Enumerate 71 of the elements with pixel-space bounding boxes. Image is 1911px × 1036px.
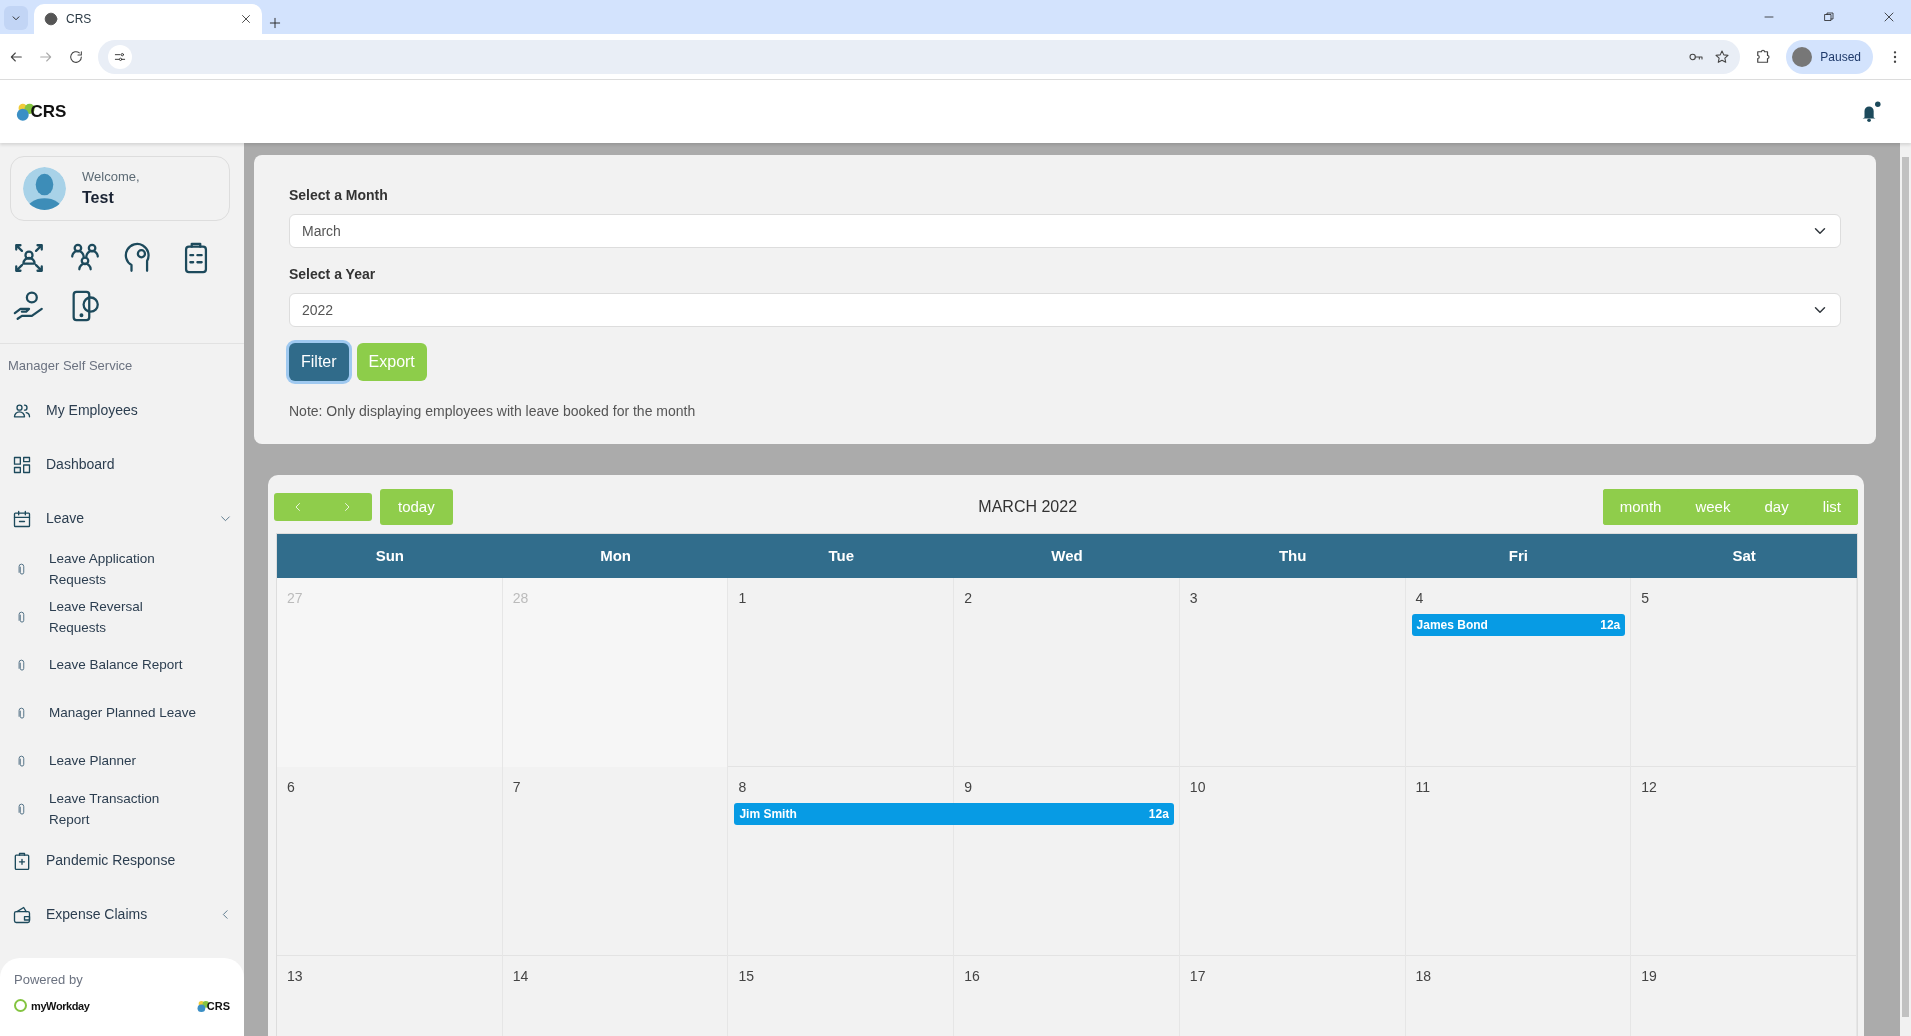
nav-subitem[interactable]: Manager Planned Leave xyxy=(0,689,244,738)
nav-item[interactable]: Dashboard xyxy=(0,437,244,492)
day-number: 1 xyxy=(737,589,748,608)
filter-button[interactable]: Filter xyxy=(289,343,349,381)
calendar-title: MARCH 2022 xyxy=(977,497,1079,517)
day-number: 13 xyxy=(286,967,304,986)
weekday-header: Thu xyxy=(1277,545,1308,566)
year-select[interactable]: 2022 xyxy=(289,293,1841,327)
calendar-icon xyxy=(12,508,32,529)
browser-tab[interactable]: CRS xyxy=(34,4,262,34)
nav-item[interactable]: Expense Claims xyxy=(0,887,244,942)
hand-coin-icon[interactable] xyxy=(12,289,46,323)
nav-item[interactable]: My Employees xyxy=(0,383,244,438)
weekday-header: Sat xyxy=(1731,545,1757,566)
day-number: 16 xyxy=(963,967,981,986)
footer-logo: CRS xyxy=(197,997,230,1014)
weekday-header: Tue xyxy=(827,545,856,566)
weekday-header: Mon xyxy=(599,545,632,566)
day-number: 8 xyxy=(737,778,748,797)
nav-subitem[interactable]: Leave Application Requests xyxy=(0,545,244,594)
people-arrows-icon[interactable] xyxy=(12,241,46,275)
dashboard-icon xyxy=(12,454,32,475)
day-number: 19 xyxy=(1640,967,1658,986)
scrollbar[interactable] xyxy=(1900,143,1911,1036)
star-icon[interactable] xyxy=(1714,48,1731,65)
avatar-icon xyxy=(1792,46,1813,67)
nav-item[interactable]: Leave xyxy=(0,491,244,546)
welcome-text: Welcome, xyxy=(82,167,140,186)
nav-subitem[interactable]: Leave Balance Report xyxy=(0,641,244,690)
month-select[interactable]: March xyxy=(289,214,1841,248)
close-window-icon[interactable] xyxy=(1883,11,1895,23)
day-number: 18 xyxy=(1414,967,1433,986)
app-logo: CRS xyxy=(16,98,67,125)
powered-by-text: Powered by xyxy=(14,971,84,989)
clipboard-plus-icon xyxy=(12,850,32,871)
day-number: 15 xyxy=(737,967,755,986)
close-icon[interactable] xyxy=(240,13,252,25)
new-tab-icon[interactable] xyxy=(268,16,282,30)
tab-title: CRS xyxy=(66,11,93,28)
user-name: Test xyxy=(82,188,115,209)
weekday-header: Sun xyxy=(374,545,405,566)
day-number: 4 xyxy=(1414,589,1425,608)
reload-icon[interactable] xyxy=(68,48,84,65)
day-number: 28 xyxy=(511,589,530,608)
avatar-icon xyxy=(23,167,66,210)
weekday-header: Wed xyxy=(1050,545,1084,566)
day-number: 3 xyxy=(1188,589,1199,608)
day-number: 14 xyxy=(511,967,530,986)
day-number: 2 xyxy=(963,589,973,608)
day-number: 27 xyxy=(286,589,304,608)
day-number: 10 xyxy=(1188,778,1207,797)
nav-item[interactable]: Pandemic Response xyxy=(0,833,244,888)
day-number: 12 xyxy=(1640,778,1658,797)
day-number: 9 xyxy=(963,778,973,797)
nav-subitem[interactable]: Leave Transaction Report xyxy=(0,785,244,834)
field-label: Select a Month xyxy=(289,186,389,205)
nav-subitem[interactable]: Leave Reversal Requests xyxy=(0,593,244,642)
field-label: Select a Year xyxy=(289,265,377,284)
day-number: 6 xyxy=(286,778,296,797)
day-number: 5 xyxy=(1640,589,1651,608)
day-number: 11 xyxy=(1414,778,1432,797)
section-title: Manager Self Service xyxy=(7,357,134,375)
restore-icon[interactable] xyxy=(1823,11,1835,23)
note-text: Note: Only displaying employees with leave booked for the month xyxy=(289,402,697,421)
nav-subitem[interactable]: Leave Planner xyxy=(0,737,244,786)
day-number: 17 xyxy=(1188,967,1207,986)
profile-button[interactable]: Paused xyxy=(1786,39,1873,74)
wallet-icon xyxy=(12,904,32,925)
day-number: 7 xyxy=(511,778,522,797)
partner-logo: myWorkday xyxy=(14,997,90,1014)
weekday-header: Fri xyxy=(1507,545,1529,566)
